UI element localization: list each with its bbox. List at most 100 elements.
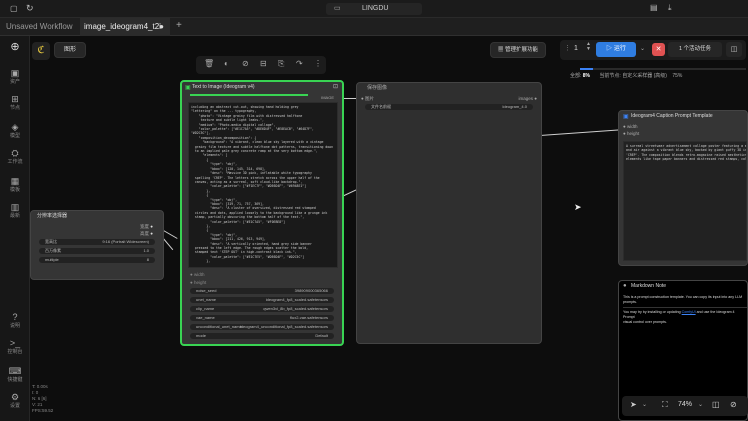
sidebar-item-settings[interactable]: ⚙ 设置 [0,392,30,409]
sidebar-item-help[interactable]: ? 说明 [0,312,30,329]
input-width: ● width [190,272,205,277]
stats-overlay: T: 0.00s I: 0 N: 6 [6] V: 21 FPS:59.52 [32,384,54,413]
progress-readout: 全部: 8% 当前节点: 自定义采样器 (高级) 75% [570,73,683,79]
menu-icon[interactable]: ▢ [10,4,18,13]
node-icon: ⊞ [11,94,19,104]
bypass-icon[interactable]: ⊘ [242,59,249,68]
caption-template-node[interactable]: ▣ Ideogram4 Caption Prompt Template ● wi… [618,110,748,266]
minimap-icon[interactable]: ◫ [712,400,720,409]
sidebar-item-models[interactable]: ◈ 模型 [0,122,30,139]
app-logo[interactable]: ℭ [32,42,50,60]
extension-icon: ▦ [497,47,504,53]
help-icon: ? [12,312,18,322]
sidebar-item-add[interactable]: ⊕ [0,41,30,53]
more-icon[interactable]: ⋮ [314,59,322,68]
title-bar: ▢ ↻ ▭ LINGDU ▤ ⤓ [0,0,748,18]
sidebar-item-console[interactable]: >_ 控制台 [0,338,30,355]
zoom-value[interactable]: 74% [678,401,692,408]
sidebar-item-nodes[interactable]: ⊞ 节点 [0,94,30,111]
workflow-icon: ⛭ [11,148,19,158]
clip-name-field[interactable]: clip_name qwen3vl_8b_fp8_scaled.safetenso… [190,306,334,312]
sidebar-item-recent[interactable]: ▥ 最新 [0,202,30,219]
canvas-controls: ➤ ⌄ ⛶ 74% ⌄ ◫ ⊘ [622,396,748,416]
ratio-selector-node[interactable]: 分辨率选择器 宽度 ● 高度 ● 宽高比 9:16 (Portrait Wides… [30,210,164,280]
frame-icon[interactable]: ⎘ [278,59,284,69]
filename-prefix-field[interactable]: 文件名前缀 Ideogram_4.0 [365,104,533,110]
output-height: 高度 ● [140,231,153,236]
mouse-cursor-icon: ➤ [574,202,582,212]
run-dropdown-icon[interactable]: ⌄ [640,45,645,52]
monitor-icon: ▭ [334,5,341,12]
refresh-icon[interactable]: ↻ [26,3,34,14]
output-width: 宽度 ● [140,224,153,229]
plus-icon: ⊕ [10,41,20,53]
progress-bar [580,68,746,70]
tab-unsaved-workflow[interactable]: Unsaved Workflow [2,18,78,36]
node-expand-icon[interactable]: ⊡ [333,83,338,90]
prompt-textarea[interactable]: including an abstract cut-out, showing h… [188,102,338,268]
save-image-node[interactable]: 保存图像 ● 图片 images ● 文件名前缀 Ideogram_4.0 [356,82,542,344]
tab-bar: Unsaved Workflow image_ideogram4_t2i ● + [0,18,748,36]
comfyui-link[interactable]: ComfyUI [682,310,696,314]
chat-icon[interactable]: ▤ [650,3,658,12]
pointer-dropdown-icon[interactable]: ⌄ [642,401,647,408]
tab-image-ideogram4-t2i[interactable]: image_ideogram4_t2i ● [80,18,170,36]
stop-button[interactable]: ✕ [652,43,665,56]
queue-count[interactable]: 1 [574,45,578,52]
run-button[interactable]: ▷ 运行 [596,42,636,57]
manage-extensions-button[interactable]: ▦ 管理扩展功能 [490,42,546,58]
sidebar-item-shortcuts[interactable]: ⌨ 快捷键 [0,366,30,383]
node-title[interactable]: Text to Image (Ideogram v4) [182,82,342,93]
node-title[interactable]: 保存图像 [357,83,541,94]
caption-text[interactable]: A surreal streetwear advertisement colla… [623,141,747,261]
recent-icon: ▥ [10,202,20,212]
node-title[interactable]: 分辨率选择器 [31,211,163,222]
image-input: ● 图片 [361,96,374,101]
sidebar-item-workflows[interactable]: ⛭ 工作流 [0,148,30,165]
image-output-label: IMAGE [321,95,334,100]
zoom-dropdown-icon[interactable]: ⌄ [698,401,703,408]
color-icon[interactable]: ◐ [224,59,229,68]
new-tab-icon[interactable]: + [176,20,182,31]
panel-toggle-icon[interactable]: ◫ [726,42,742,57]
wire-caption-width [539,129,620,136]
megapixels-input[interactable]: 百万像素 1.0 [39,248,155,254]
markdown-body: This is a prompt construction template. … [623,295,747,325]
text-to-image-node[interactable]: ▣ Text to Image (Ideogram v4) ⊡ IMAGE in… [180,80,344,346]
pin-icon[interactable]: ⊟ [260,59,267,68]
drag-handle-icon[interactable]: ⋮ [564,44,571,52]
fit-view-icon[interactable]: ⛶ [662,400,668,410]
model-icon: ◈ [11,122,19,132]
unconditional-unet-field[interactable]: unconditional_unet_name ideogram4_uncondi… [190,324,334,330]
mode-select[interactable]: mode Default [190,333,334,339]
noise-seed-field[interactable]: noise_seed 398909000365066 [190,288,334,294]
graph-menu-button[interactable]: 图形 [54,42,86,58]
active-tasks-button[interactable]: 1 个活动任务 [668,42,722,57]
play-icon: ▷ [606,46,613,52]
node-title[interactable]: Markdown Note [619,281,747,292]
window-title-box: ▭ LINGDU [326,3,422,15]
aspect-ratio-select[interactable]: 宽高比 9:16 (Portrait Widescreen) [39,239,155,245]
images-output: images ● [518,96,537,101]
queue-controls: ⋮ 1 ▲ ▼ ▷ 运行 ⌄ ✕ 1 个活动任务 ◫ [560,40,746,60]
input-height: ● height [623,131,640,136]
left-sidebar: ⊕ ▣ 资产 ⊞ 节点 ◈ 模型 ⛭ 工作流 ▦ 模板 ▥ 最新 ? 说明 >_ 控制台 ⌨ 快捷… [0,36,30,421]
delete-icon[interactable]: 🗑 [204,59,214,68]
convert-icon[interactable]: ↷ [296,59,303,68]
sidebar-item-templates[interactable]: ▦ 模板 [0,176,30,193]
link-visibility-icon[interactable]: ⊘ [730,400,737,409]
gear-icon: ⚙ [10,392,20,402]
pointer-icon[interactable]: ➤ [630,400,637,409]
sidebar-item-assets[interactable]: ▣ 资产 [0,68,30,85]
template-icon: ▦ [10,176,20,186]
graph-canvas[interactable]: ℭ 图形 🗑 ◐ ⊘ ⊟ ⎘ ↷ ⋮ ▦ 管理扩展功能 ⋮ 1 ▲ ▼ ▷ 运行 … [30,36,748,421]
progress-fill [580,68,594,70]
vae-name-field[interactable]: vae_name flux2-vae.safetensors [190,315,334,321]
queue-stepper-icon[interactable]: ▲ ▼ [586,42,591,52]
node-progress [190,94,308,96]
download-icon[interactable]: ⤓ [668,3,672,13]
asset-icon: ▣ [10,68,20,78]
multiple-input[interactable]: multiple 8 [39,257,155,263]
unet-name-field[interactable]: unet_name ideogram4_fp8_scaled.safetensor… [190,297,334,303]
node-title[interactable]: Ideogram4 Caption Prompt Template [619,111,747,122]
